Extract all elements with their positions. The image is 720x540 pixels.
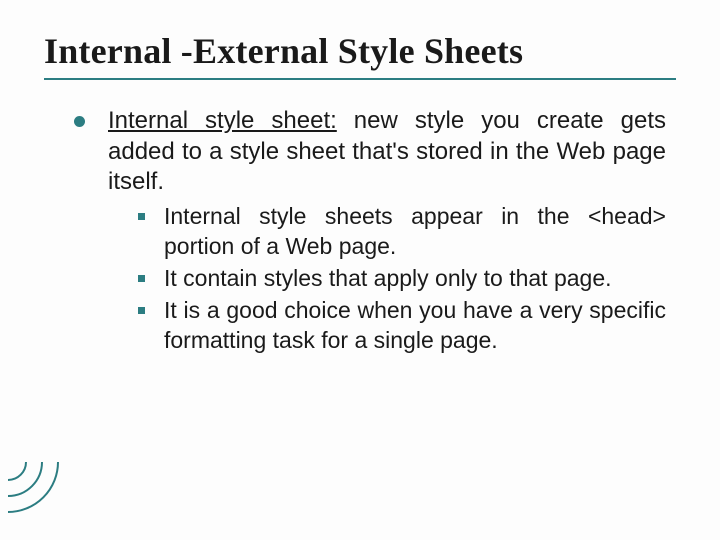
list-item-text: Internal style sheets appear in the <hea… [164, 203, 666, 259]
sublist: Internal style sheets appear in the <hea… [108, 202, 666, 355]
bullet-square-icon [138, 275, 145, 282]
bullet-square-icon [138, 307, 145, 314]
list-item-heading: Internal style sheet: [108, 107, 337, 134]
list-item-text: It contain styles that apply only to tha… [164, 265, 612, 291]
page-title: Internal -External Style Sheets [44, 30, 676, 72]
slide: Internal -External Style Sheets Internal… [0, 0, 720, 540]
list-item-text: It is a good choice when you have a very… [164, 297, 666, 353]
bullet-circle-icon [74, 116, 85, 127]
list-item: Internal style sheets appear in the <hea… [138, 202, 666, 262]
title-underline [44, 78, 676, 80]
body: Internal style sheet: new style you crea… [44, 106, 676, 356]
list-item: It is a good choice when you have a very… [138, 296, 666, 356]
corner-arcs-icon [8, 462, 78, 532]
bullet-square-icon [138, 213, 145, 220]
list-item: It contain styles that apply only to tha… [138, 264, 666, 294]
list-item: Internal style sheet: new style you crea… [74, 106, 666, 356]
